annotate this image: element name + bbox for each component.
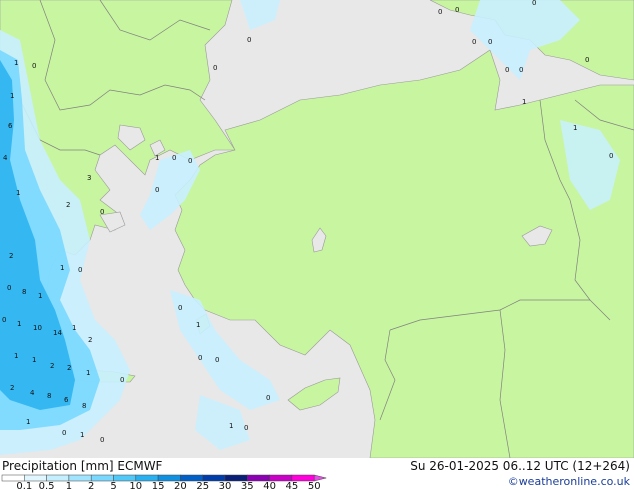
scale-label: 1: [66, 481, 72, 490]
value-label: 2: [10, 384, 14, 392]
value-label: 1: [229, 422, 233, 430]
scale-label: 15: [152, 481, 165, 490]
value-label: 1: [14, 59, 18, 67]
value-label: 2: [50, 362, 54, 370]
value-label: 1: [17, 320, 21, 328]
value-label: 0: [198, 354, 202, 362]
credit-link[interactable]: ©weatheronline.co.uk: [508, 475, 630, 488]
value-label: 0: [172, 154, 176, 162]
value-label: 0: [32, 62, 36, 70]
value-label: 0: [62, 429, 66, 437]
value-label: 1: [522, 98, 526, 106]
value-label: 3: [87, 174, 91, 182]
precipitation-map: 1 0 1 6 4 1 3 2 0 2 0 8 1 0 1 10 14 1 2 …: [0, 0, 634, 458]
value-label: 1: [26, 418, 30, 426]
color-scale: 0.1 0.5 1 2 5 10 15 20 25 30 35 40 45 50: [1, 474, 327, 490]
scale-label: 20: [174, 481, 187, 490]
scale-label: 5: [110, 481, 116, 490]
value-label: 1: [196, 321, 200, 329]
value-label: 0: [519, 66, 523, 74]
value-label: 1: [573, 124, 577, 132]
value-label: 1: [14, 352, 18, 360]
run-info: Su 26-01-2025 06..12 UTC (12+264): [410, 459, 630, 473]
footer: Precipitation [mm] ECMWF Su 26-01-2025 0…: [0, 458, 634, 490]
value-label: 8: [82, 402, 86, 410]
value-label: 0: [2, 316, 6, 324]
value-label: 0: [213, 64, 217, 72]
value-label: 0: [120, 376, 124, 384]
value-label: 0: [488, 38, 492, 46]
value-label: 1: [155, 154, 159, 162]
value-label: 0: [100, 208, 104, 216]
value-label: 0: [438, 8, 442, 16]
value-label: 1: [10, 92, 14, 100]
value-label: 2: [67, 364, 71, 372]
value-label: 0: [266, 394, 270, 402]
value-label: 0: [155, 186, 159, 194]
map-title: Precipitation [mm] ECMWF: [2, 459, 163, 473]
value-label: 2: [88, 336, 92, 344]
value-label: 1: [32, 356, 36, 364]
value-label: 1: [16, 189, 20, 197]
value-label: 1: [38, 292, 42, 300]
value-label: 0: [78, 266, 82, 274]
value-label: 0: [247, 36, 251, 44]
scale-labels: 0.1 0.5 1 2 5 10 15 20 25 30 35 40 45 50: [16, 481, 320, 490]
value-label: 0: [215, 356, 219, 364]
value-label: 0: [7, 284, 11, 292]
value-label: 10: [33, 324, 42, 332]
scale-label: 30: [219, 481, 232, 490]
scale-label: 0.1: [16, 481, 32, 490]
value-label: 0: [244, 424, 248, 432]
scale-label: 50: [308, 481, 321, 490]
scale-label: 0.5: [39, 481, 55, 490]
value-label: 1: [60, 264, 64, 272]
value-label: 0: [455, 6, 459, 14]
value-label: 0: [505, 66, 509, 74]
value-label: 14: [53, 329, 62, 337]
scale-label: 2: [88, 481, 94, 490]
value-label: 1: [80, 431, 84, 439]
value-label: 8: [22, 288, 26, 296]
value-label: 1: [72, 324, 76, 332]
scale-label: 25: [196, 481, 209, 490]
value-label: 0: [472, 38, 476, 46]
value-label: 4: [3, 154, 8, 162]
value-label: 2: [9, 252, 13, 260]
scale-label: 10: [129, 481, 142, 490]
value-label: 6: [8, 122, 13, 130]
value-label: 8: [47, 392, 51, 400]
scale-label: 35: [241, 481, 254, 490]
value-label: 0: [178, 304, 182, 312]
value-label: 0: [585, 56, 589, 64]
scale-label: 45: [286, 481, 299, 490]
value-label: 6: [64, 396, 69, 404]
value-label: 0: [609, 152, 613, 160]
value-label: 1: [86, 369, 90, 377]
value-label: 0: [188, 157, 192, 165]
value-label: 4: [30, 389, 35, 397]
value-label: 2: [66, 201, 70, 209]
value-label: 0: [532, 0, 536, 7]
scale-label: 40: [263, 481, 276, 490]
value-label: 0: [100, 436, 104, 444]
